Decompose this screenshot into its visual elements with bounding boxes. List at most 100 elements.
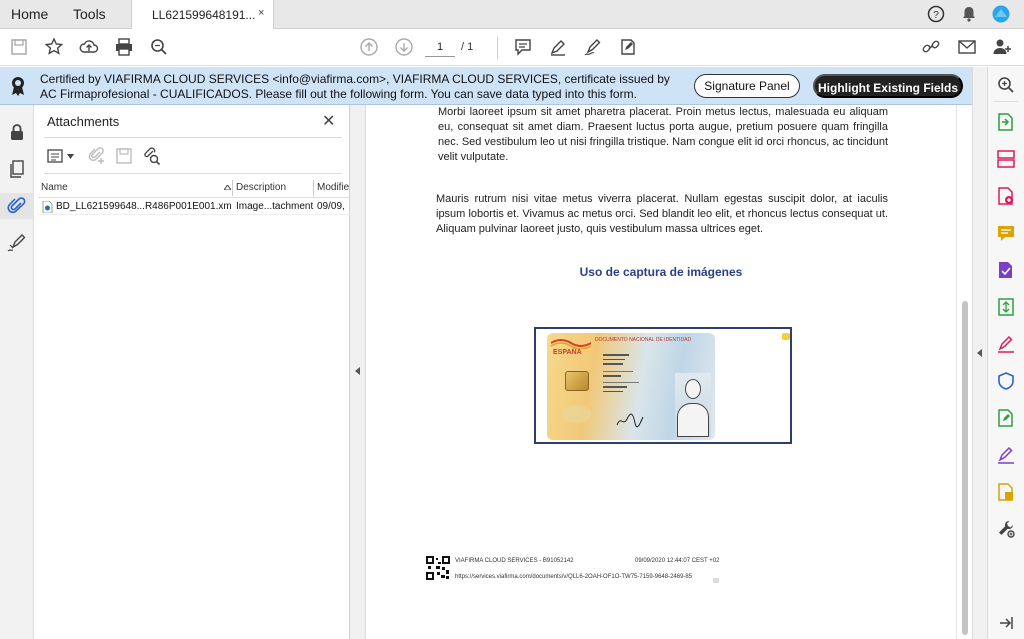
- highlight-pen-icon[interactable]: [548, 37, 568, 57]
- qr-code-icon: [426, 556, 450, 580]
- bookmark-star-icon[interactable]: [44, 37, 64, 57]
- left-navigation-rail: [0, 105, 34, 639]
- menu-bar: Home Tools LL621599648191... × ?: [0, 0, 1024, 29]
- document-tab-label: LL621599648191...: [152, 8, 256, 22]
- find-zoom-icon[interactable]: [149, 37, 169, 57]
- left-panel-collapse-handle[interactable]: [350, 105, 366, 639]
- fill-and-sign-icon[interactable]: [996, 334, 1016, 354]
- right-tools-rail: [987, 67, 1024, 639]
- print-icon[interactable]: [114, 37, 134, 57]
- photo-shoulders: [677, 403, 709, 437]
- save-attachment-icon[interactable]: [114, 146, 134, 166]
- flag-wave-icon: [551, 339, 591, 349]
- id-card-hologram: [561, 405, 591, 423]
- zoom-in-icon[interactable]: [996, 75, 1016, 95]
- sort-ascending-icon[interactable]: [224, 185, 231, 190]
- add-user-icon[interactable]: [992, 37, 1012, 57]
- toolbar-divider: [497, 37, 498, 59]
- compress-pdf-icon[interactable]: [996, 297, 1016, 317]
- id-card-photo: [675, 373, 711, 437]
- email-envelope-icon[interactable]: [957, 37, 977, 57]
- notifications-bell-icon[interactable]: [960, 5, 978, 23]
- edit-pdf-icon[interactable]: [996, 408, 1016, 428]
- more-tools-wrench-icon[interactable]: [996, 519, 1016, 539]
- certified-ribbon-icon: [12, 77, 24, 96]
- save-icon[interactable]: [9, 37, 29, 57]
- previous-page-icon[interactable]: [359, 37, 379, 57]
- document-scrollbar[interactable]: [956, 105, 972, 639]
- collapse-right-arrow-icon: [977, 349, 982, 357]
- attachments-panel: Attachments ✕ Name Description Modifie B…: [34, 105, 350, 639]
- prepare-form-icon[interactable]: [996, 482, 1016, 502]
- attachments-panel-close-button[interactable]: ✕: [322, 111, 335, 131]
- highlight-existing-fields-button[interactable]: Highlight Existing Fields: [813, 74, 963, 98]
- attachment-options-icon[interactable]: [46, 146, 66, 166]
- attachments-paperclip-icon[interactable]: [7, 196, 27, 216]
- attachment-modified: 09/09,: [317, 201, 345, 212]
- page-thumbnails-icon[interactable]: [7, 159, 27, 179]
- add-attachment-icon[interactable]: [87, 146, 107, 166]
- page-number-input[interactable]: 1: [425, 37, 455, 57]
- document-tab-close-button[interactable]: ×: [258, 7, 264, 19]
- chip-icon: [565, 371, 589, 391]
- main-toolbar: 1 / 1: [0, 29, 1024, 66]
- attachment-description: Image...tachment: [236, 201, 314, 212]
- comment-note-icon[interactable]: [782, 333, 790, 340]
- security-lock-icon[interactable]: [7, 122, 27, 142]
- attachment-name: BD_LL621599648...R486P001E001.xml: [56, 201, 232, 212]
- menu-home[interactable]: Home: [11, 6, 48, 22]
- rail-divider: [994, 101, 1018, 102]
- collapse-left-arrow-icon: [355, 367, 360, 375]
- chevron-down-icon[interactable]: [67, 154, 74, 159]
- photo-head: [685, 379, 701, 399]
- panel-divider: [44, 173, 342, 174]
- scrollbar-thumb[interactable]: [962, 301, 968, 635]
- certificates-pen-icon[interactable]: [996, 445, 1016, 465]
- column-divider[interactable]: [232, 180, 233, 196]
- sign-pen-icon[interactable]: [583, 37, 603, 57]
- column-header-description[interactable]: Description: [236, 182, 286, 193]
- footer-date: 09/09/2020 12:44:07 CEST +02: [635, 558, 720, 564]
- fill-sign-icon[interactable]: [618, 37, 638, 57]
- column-divider[interactable]: [313, 180, 314, 196]
- image-capture-field[interactable]: DOCUMENTO NACIONAL DE IDENTIDAD ESPAÑA: [534, 327, 792, 444]
- upload-cloud-icon[interactable]: [79, 37, 99, 57]
- certification-banner: Certified by VIAFIRMA CLOUD SERVICES <in…: [0, 67, 987, 105]
- svg-text:?: ?: [933, 10, 939, 21]
- section-heading: Uso de captura de imágenes: [579, 265, 743, 279]
- footer-verification-url: https://services.viafirma.com/documents/…: [455, 574, 693, 580]
- id-card-signature-icon: [616, 413, 644, 428]
- attachments-table-header: Name Description Modifie: [38, 180, 350, 196]
- next-page-icon[interactable]: [394, 37, 414, 57]
- panel-divider: [44, 137, 342, 138]
- comment-icon[interactable]: [513, 37, 533, 57]
- document-paragraph: Mauris rutrum nisi vitae metus viverra p…: [436, 193, 888, 235]
- organize-pages-icon[interactable]: [996, 149, 1016, 169]
- share-link-icon[interactable]: [921, 37, 941, 57]
- export-pdf-icon[interactable]: [996, 112, 1016, 132]
- right-panel-collapse-handle[interactable]: [972, 67, 987, 639]
- id-card-text-lines: [603, 351, 653, 406]
- id-card-image: DOCUMENTO NACIONAL DE IDENTIDAD ESPAÑA: [547, 333, 715, 440]
- help-icon[interactable]: ?: [927, 5, 945, 23]
- signature-panel-button[interactable]: Signature Panel: [694, 74, 800, 98]
- column-header-name[interactable]: Name: [41, 182, 68, 193]
- signatures-pen-icon[interactable]: [7, 233, 27, 253]
- send-for-signature-icon[interactable]: [996, 260, 1016, 280]
- comment-tool-icon[interactable]: [996, 223, 1016, 243]
- menu-tools[interactable]: Tools: [73, 6, 106, 22]
- document-tab[interactable]: LL621599648191... ×: [131, 0, 274, 29]
- search-attachment-icon[interactable]: [141, 146, 161, 166]
- collapse-tools-pane-icon[interactable]: [996, 613, 1016, 633]
- account-avatar-icon[interactable]: [992, 5, 1010, 23]
- id-card-header: DOCUMENTO NACIONAL DE IDENTIDAD: [595, 337, 692, 343]
- attachments-panel-title: Attachments: [47, 114, 120, 129]
- footer-signer: VIAFIRMA CLOUD SERVICES - B91052142: [455, 558, 574, 564]
- id-card-country: ESPAÑA: [553, 349, 582, 356]
- page-total-label: / 1: [461, 41, 474, 53]
- document-paragraph: Morbi laoreet ipsum sit amet pharetra pl…: [438, 106, 889, 163]
- column-header-modified[interactable]: Modifie: [317, 182, 349, 193]
- protect-shield-icon[interactable]: [996, 371, 1016, 391]
- attachment-row[interactable]: BD_LL621599648...R486P001E001.xml Image.…: [38, 197, 350, 215]
- create-pdf-icon[interactable]: [996, 186, 1016, 206]
